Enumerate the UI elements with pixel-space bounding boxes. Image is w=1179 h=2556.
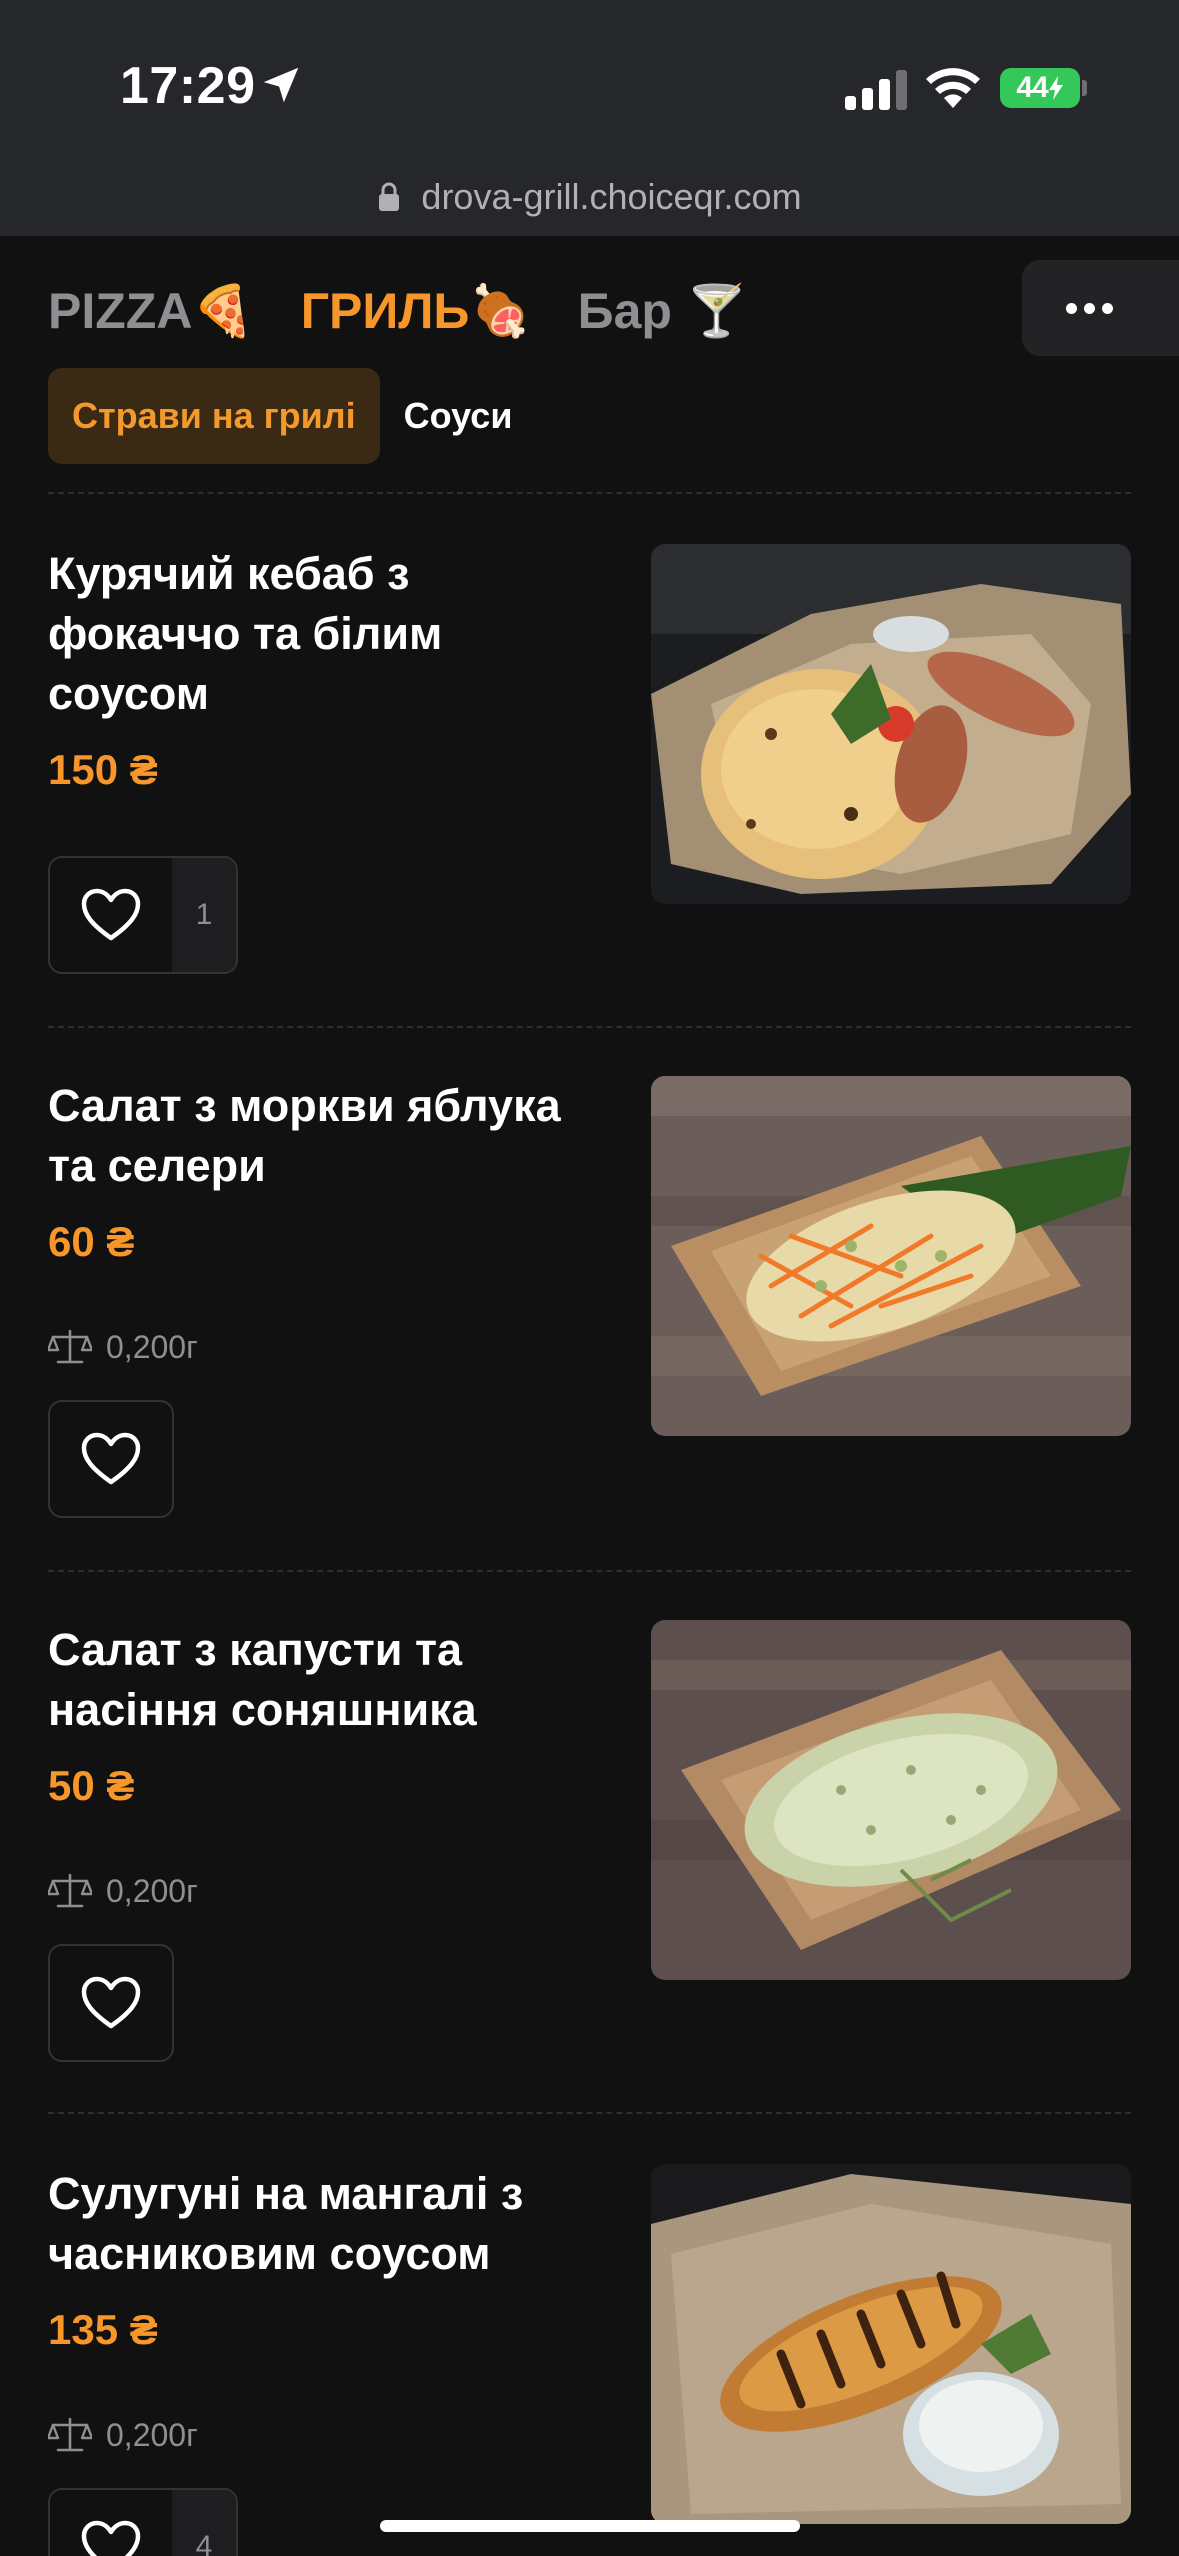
item-weight-value: 0,200г — [106, 2416, 198, 2453]
like-count: 1 — [172, 858, 236, 972]
item-photo-carrot-salad[interactable] — [651, 1076, 1131, 1436]
wifi-icon — [926, 68, 980, 108]
item-name: Курячий кебаб з фокаччо та білим соусом — [48, 548, 443, 719]
divider — [48, 2112, 1131, 2114]
battery-level: 44 — [1016, 71, 1048, 104]
charging-bolt-icon — [1048, 76, 1063, 100]
item-price: 60 ₴ — [48, 1218, 135, 1265]
more-dot-icon — [1066, 302, 1077, 314]
like-control — [48, 1944, 174, 2062]
more-dot-icon — [1084, 302, 1095, 314]
item-photo-cabbage-salad[interactable] — [651, 1620, 1131, 1980]
like-button[interactable] — [50, 1946, 172, 2060]
item-weight: 0,200г — [48, 2416, 198, 2454]
heart-icon — [81, 2520, 141, 2556]
item-name: Сулугуні на мангалі з часниковим соусом — [48, 2168, 524, 2279]
browser-top-bar: 17:29 44 drova-grill.choiceqr.com — [0, 0, 1179, 236]
lock-icon — [379, 182, 400, 211]
scale-icon — [48, 2417, 92, 2452]
scale-icon — [48, 1873, 92, 1908]
subcategory-tabs: Страви на грилі Соуси — [48, 368, 536, 464]
like-control — [48, 1400, 174, 1518]
item-price: 135 ₴ — [48, 2306, 158, 2353]
heart-icon — [81, 1432, 141, 1485]
item-photo-grilled-suluguni[interactable] — [651, 2164, 1131, 2524]
location-arrow-icon — [263, 67, 299, 103]
item-photo-chicken-kebab[interactable] — [651, 544, 1131, 904]
item-price: 50 ₴ — [48, 1762, 135, 1809]
category-tab-grill[interactable]: ГРИЛЬ🍖 — [301, 282, 532, 341]
like-count: 4 — [172, 2490, 236, 2556]
divider — [48, 492, 1131, 494]
item-weight-value: 0,200г — [106, 1872, 198, 1909]
like-control: 1 — [48, 856, 238, 974]
url-text: drova-grill.choiceqr.com — [421, 176, 802, 217]
home-indicator — [380, 2520, 800, 2532]
like-button[interactable] — [50, 2490, 172, 2556]
category-tab-pizza[interactable]: PIZZA🍕 — [48, 282, 255, 341]
more-categories-button[interactable] — [1022, 260, 1179, 356]
divider — [48, 1570, 1131, 1572]
item-price: 150 ₴ — [48, 746, 158, 793]
item-name: Салат з капусти та насіння соняшника — [48, 1624, 477, 1735]
more-dot-icon — [1102, 302, 1113, 314]
item-weight: 0,200г — [48, 1872, 198, 1910]
battery-cap — [1082, 80, 1087, 96]
address-bar[interactable]: drova-grill.choiceqr.com — [0, 176, 1179, 218]
subtab-grill-dishes[interactable]: Страви на грилі — [48, 368, 380, 464]
item-weight-value: 0,200г — [106, 1328, 198, 1365]
divider — [48, 1026, 1131, 1028]
item-weight: 0,200г — [48, 1328, 198, 1366]
status-time: 17:29 — [120, 57, 256, 115]
scale-icon — [48, 1329, 92, 1364]
like-button[interactable] — [50, 1402, 172, 1516]
item-name: Салат з моркви яблука та селери — [48, 1080, 561, 1191]
category-tab-bar[interactable]: Бар 🍸 — [578, 282, 748, 341]
heart-icon — [81, 1976, 141, 2029]
category-tabs: PIZZA🍕 ГРИЛЬ🍖 Бар 🍸 — [48, 276, 794, 346]
battery-indicator: 44 — [1000, 68, 1080, 108]
heart-icon — [81, 888, 141, 941]
subtab-sauces[interactable]: Соуси — [380, 368, 537, 464]
like-control: 4 — [48, 2488, 238, 2556]
like-button[interactable] — [50, 858, 172, 972]
cellular-signal-icon — [845, 70, 907, 110]
